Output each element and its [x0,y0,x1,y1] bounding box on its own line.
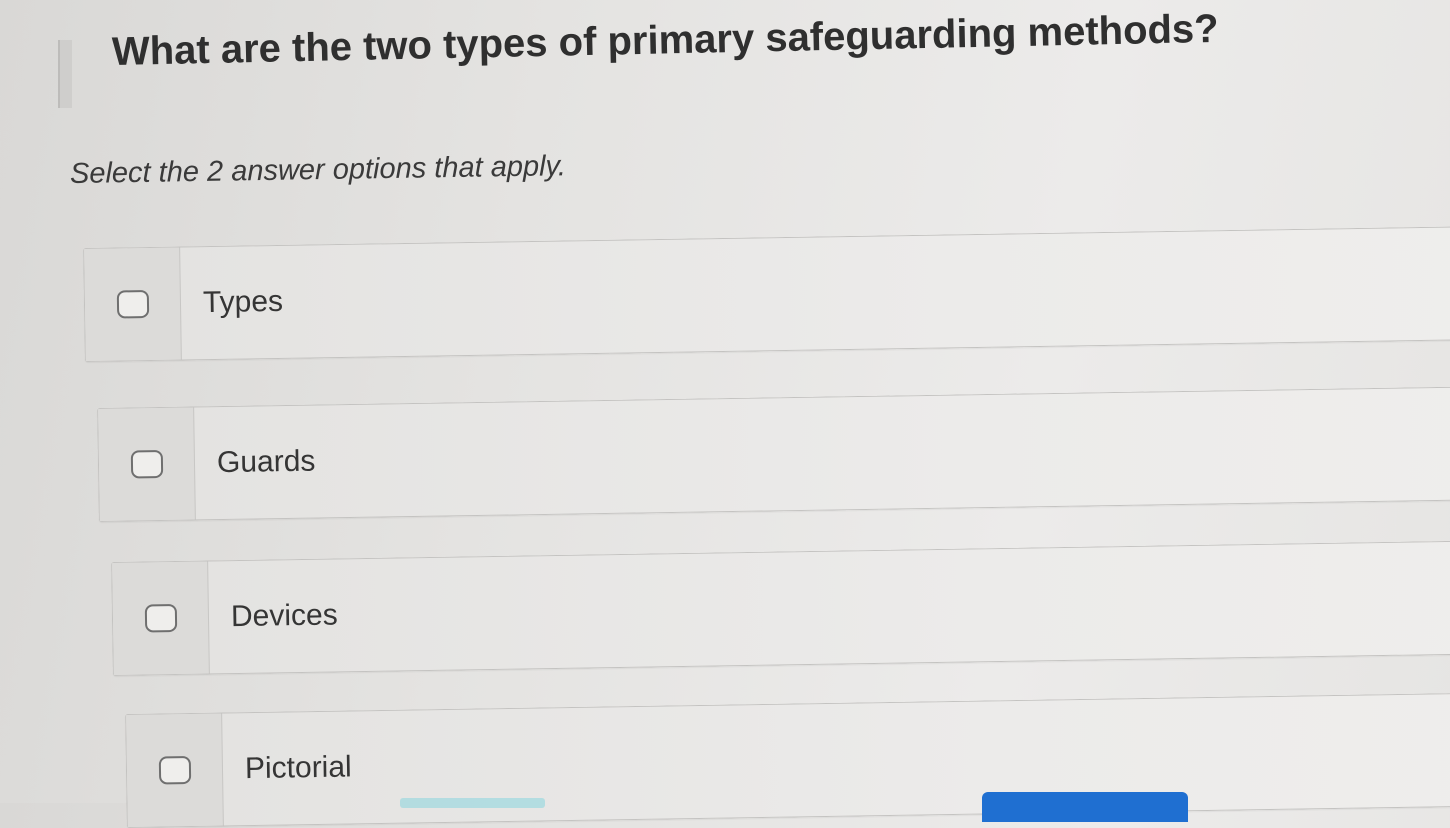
answer-option-types[interactable]: Types [83,225,1450,362]
answer-instruction: Select the 2 answer options that apply. [69,150,567,190]
answer-option-pictorial[interactable]: Pictorial [125,691,1450,828]
answer-option-label: Types [202,284,284,320]
submit-button[interactable] [982,792,1188,822]
answer-option-label: Guards [216,444,316,480]
bottom-tab-indicator [400,798,545,808]
checkbox-cell[interactable] [84,247,182,361]
checkbox[interactable] [130,449,163,479]
checkbox-cell[interactable] [98,407,196,521]
checkbox[interactable] [144,603,177,633]
answer-option-label: Devices [230,598,338,634]
answer-option-devices[interactable]: Devices [111,539,1450,676]
question-accent-bar [58,40,72,108]
question-title: What are the two types of primary safegu… [111,6,1220,74]
answer-option-guards[interactable]: Guards [97,385,1450,522]
answer-option-label: Pictorial [244,750,352,786]
checkbox[interactable] [158,755,191,785]
checkbox-cell[interactable] [126,713,224,827]
checkbox[interactable] [116,289,149,319]
checkbox-cell[interactable] [112,561,210,675]
